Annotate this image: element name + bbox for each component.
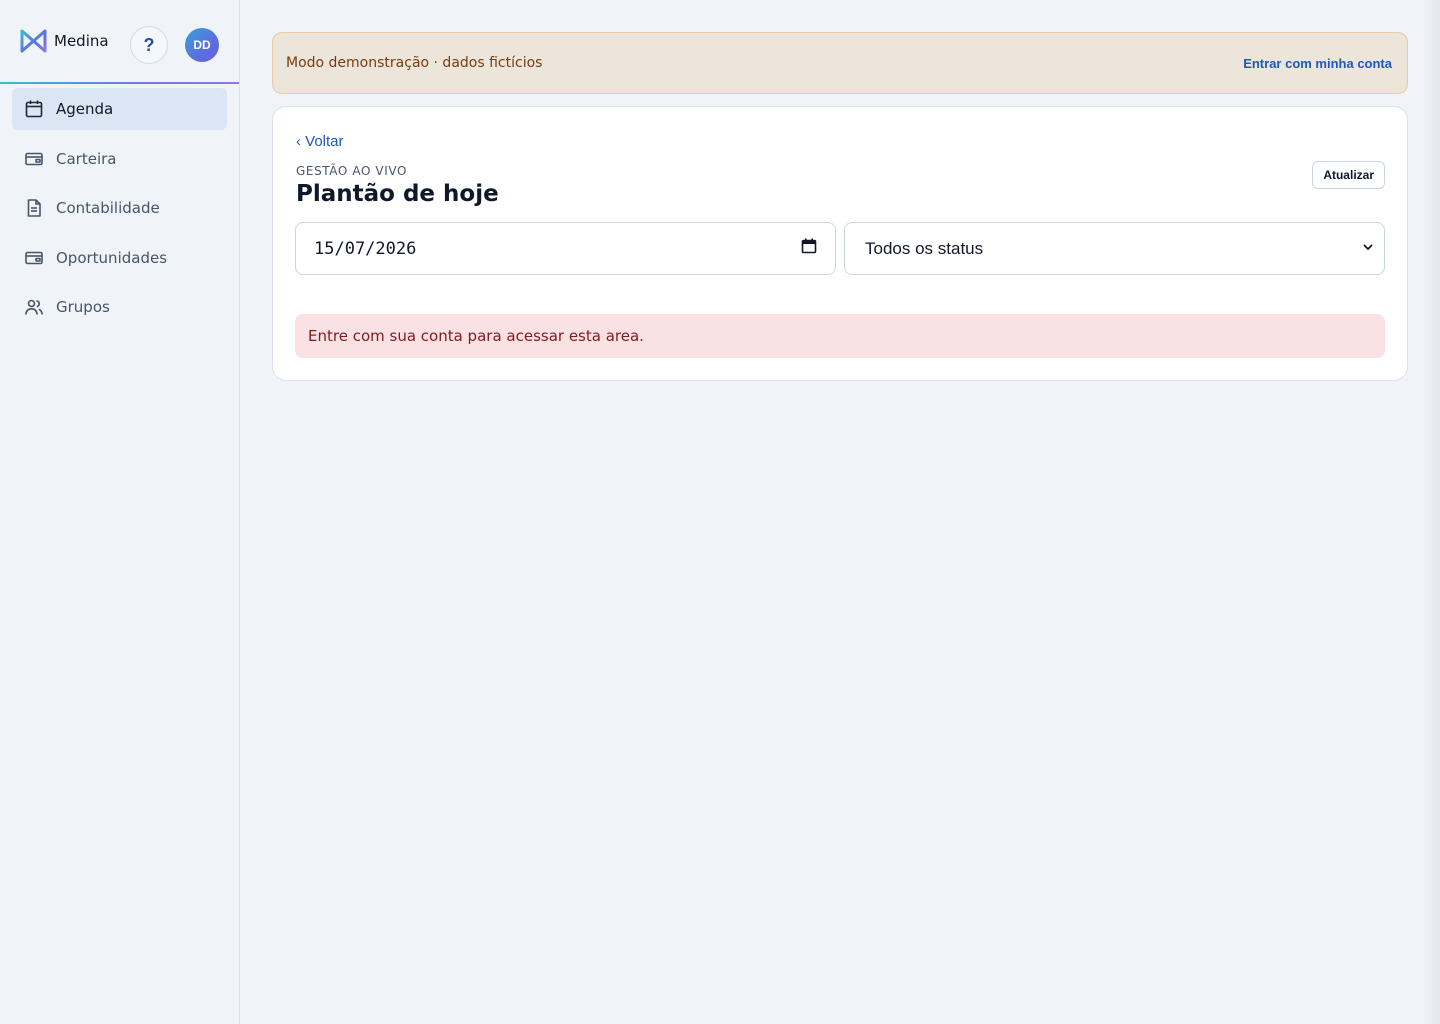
document-icon — [24, 198, 44, 218]
wallet-icon — [24, 149, 44, 169]
demo-mode-text: Modo demonstração · dados fictícios — [286, 55, 543, 71]
chevron-down-icon — [1362, 240, 1374, 258]
back-link[interactable]: ‹ Voltar — [296, 133, 344, 150]
sidebar-item-oportunidades[interactable]: Oportunidades — [12, 237, 227, 279]
calendar-icon — [24, 99, 44, 119]
calendar-picker-icon[interactable] — [801, 238, 817, 259]
status-selected-value: Todos os status — [865, 238, 984, 258]
sidebar-item-label: Grupos — [56, 298, 110, 316]
date-value: 15/07/2026 — [314, 238, 417, 259]
app-logo[interactable]: Medina — [19, 28, 109, 54]
sidebar-item-grupos[interactable]: Grupos — [12, 286, 227, 328]
users-icon — [24, 297, 44, 317]
help-button[interactable]: ? — [130, 26, 168, 64]
status-filter-select[interactable]: Todos os status — [844, 222, 1385, 275]
sign-in-required-alert: Entre com sua conta para acessar esta ar… — [295, 314, 1385, 358]
sidebar-item-label: Contabilidade — [56, 199, 160, 217]
app-name: Medina — [54, 32, 109, 50]
avatar[interactable]: DD — [185, 28, 219, 62]
sidebar-item-label: Agenda — [56, 100, 114, 118]
sidebar-item-label: Carteira — [56, 149, 117, 168]
sidebar-item-carteira[interactable]: Carteira — [12, 138, 227, 180]
sign-in-link[interactable]: Entrar com minha conta — [1243, 56, 1392, 71]
medina-logo-icon — [20, 29, 47, 53]
sidebar-item-agenda[interactable]: Agenda — [12, 88, 227, 130]
section-kicker: GESTÃO AO VIVO — [296, 164, 408, 178]
sidebar-nav: Agenda Carteira Contabilidade Oportunida… — [0, 84, 239, 328]
refresh-button[interactable]: Atualizar — [1312, 161, 1385, 189]
sidebar-item-label: Oportunidades — [56, 248, 168, 267]
live-management-card: ‹ Voltar GESTÃO AO VIVO Plantão de hoje … — [272, 106, 1408, 381]
window-edge-shadow — [1422, 0, 1440, 1024]
demo-mode-banner: Modo demonstração · dados fictícios Entr… — [272, 32, 1408, 94]
date-input[interactable]: 15/07/2026 — [295, 222, 836, 275]
wallet-icon — [24, 248, 44, 268]
sidebar-item-contabilidade[interactable]: Contabilidade — [12, 187, 227, 229]
page-title: Plantão de hoje — [296, 181, 499, 207]
sidebar: Medina ? DD Agenda Carteira Contabilidad… — [0, 0, 240, 1024]
sidebar-header: Medina ? DD — [0, 0, 239, 84]
